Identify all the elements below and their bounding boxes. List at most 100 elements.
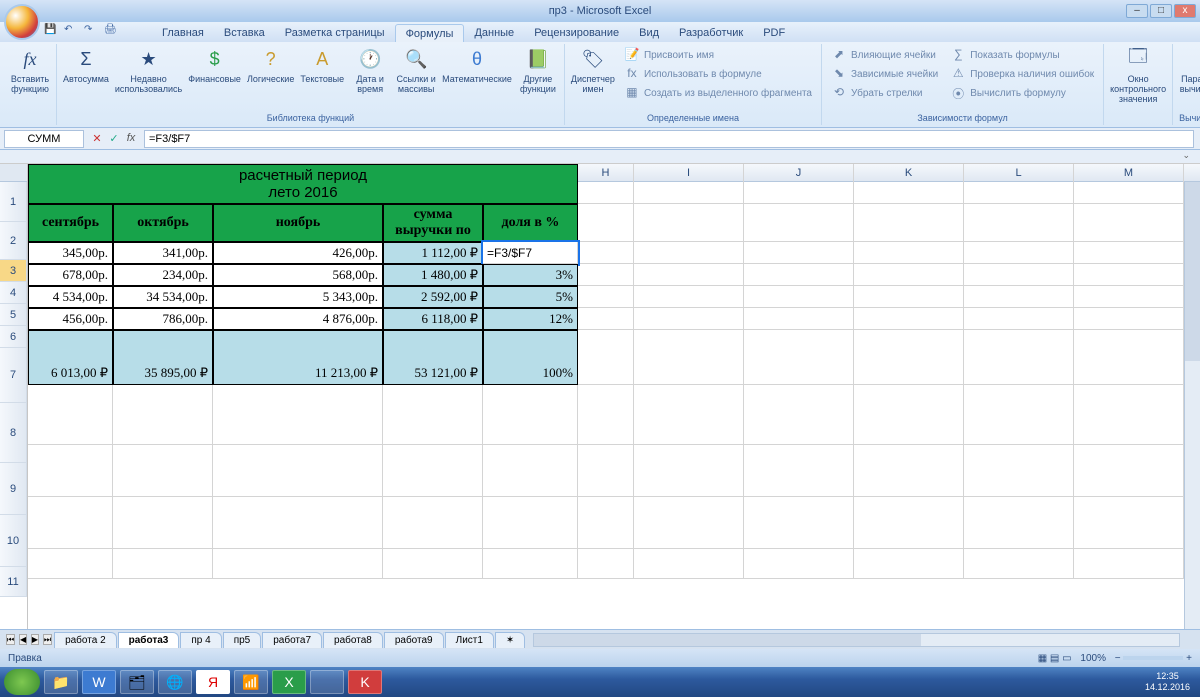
cell-L1[interactable] (964, 164, 1074, 204)
cell-M4[interactable] (1074, 264, 1184, 286)
cell-E8[interactable] (213, 385, 383, 445)
cell-H8[interactable] (578, 385, 634, 445)
ribbon-tab-вставка[interactable]: Вставка (214, 24, 275, 42)
cell-I4[interactable] (634, 264, 744, 286)
undo-icon[interactable]: ↶ (64, 24, 78, 38)
cell-E2[interactable]: ноябрь (213, 204, 383, 242)
sheet-tab-Лист1[interactable]: Лист1 (445, 632, 494, 648)
cell-J8[interactable] (744, 385, 854, 445)
cell-K1[interactable] (854, 164, 964, 204)
zoom-out-icon[interactable]: − (1115, 653, 1121, 664)
cell-H7[interactable] (578, 330, 634, 385)
cell-F10[interactable] (383, 497, 483, 549)
sheet-tab-работа 2[interactable]: работа 2 (54, 632, 117, 648)
new-sheet-button[interactable]: ✶ (495, 632, 525, 648)
cell-G7[interactable]: 100% (483, 330, 578, 385)
cell-J9[interactable] (744, 445, 854, 497)
formula-bar[interactable]: =F3/$F7 (144, 130, 1194, 148)
ribbon-tab-рецензирование[interactable]: Рецензирование (524, 24, 629, 42)
cell-K8[interactable] (854, 385, 964, 445)
more-button[interactable]: 📗Другие функции (518, 46, 558, 94)
zoom-level[interactable]: 100% (1080, 653, 1106, 664)
fx-bar-icon[interactable]: fx (124, 132, 138, 146)
remove-arrows-button[interactable]: ⟲Убрать стрелки (828, 84, 941, 102)
cell-C3[interactable]: 345,00р. (28, 242, 113, 264)
row-header-11[interactable]: 11 (0, 567, 27, 597)
cell-E6[interactable]: 4 876,00р. (213, 308, 383, 330)
cell-H10[interactable] (578, 497, 634, 549)
cell-I10[interactable] (634, 497, 744, 549)
sheet-tab-пр5[interactable]: пр5 (223, 632, 262, 648)
blank-icon[interactable] (310, 670, 344, 694)
cancel-edit-icon[interactable]: ✕ (90, 132, 104, 146)
row-header-6[interactable]: 6 (0, 326, 27, 348)
cell-K3[interactable] (854, 242, 964, 264)
financial-button[interactable]: $Финансовые (188, 46, 241, 84)
calc-options-button[interactable]: 🖩Параметры вычислений (1180, 46, 1200, 94)
ribbon-tab-вид[interactable]: Вид (629, 24, 669, 42)
cell-M2[interactable] (1074, 204, 1184, 242)
trace-precedents-button[interactable]: ⬈Влияющие ячейки (828, 46, 941, 64)
cell-M7[interactable] (1074, 330, 1184, 385)
ribbon-tab-данные[interactable]: Данные (464, 24, 524, 42)
cell-G4[interactable]: 3% (483, 264, 578, 286)
cell-J10[interactable] (744, 497, 854, 549)
cell-K6[interactable] (854, 308, 964, 330)
logical-button[interactable]: ?Логические (247, 46, 294, 84)
cell-H9[interactable] (578, 445, 634, 497)
cell-J7[interactable] (744, 330, 854, 385)
cell-K5[interactable] (854, 286, 964, 308)
cell-M3[interactable] (1074, 242, 1184, 264)
row-header-8[interactable]: 8 (0, 403, 27, 463)
next-tab-icon[interactable]: ▶ (31, 634, 39, 645)
cell-K9[interactable] (854, 445, 964, 497)
ribbon-tab-формулы[interactable]: Формулы (395, 24, 465, 42)
cell-M9[interactable] (1074, 445, 1184, 497)
cell-J2[interactable] (744, 204, 854, 242)
cell-F2[interactable]: сумма выручки по (383, 204, 483, 242)
folder-icon[interactable]: 🗂 (120, 670, 154, 694)
cell-F3[interactable]: 1 112,00 ₽ (383, 242, 483, 264)
cell-L4[interactable] (964, 264, 1074, 286)
cell-J1[interactable] (744, 164, 854, 204)
recent-button[interactable]: ★Недавно использовались (115, 46, 182, 94)
horizontal-scrollbar[interactable] (533, 633, 1180, 647)
cell-J5[interactable] (744, 286, 854, 308)
cell-D7[interactable]: 35 895,00 ₽ (113, 330, 213, 385)
cell-C11[interactable] (28, 549, 113, 579)
accept-edit-icon[interactable]: ✓ (107, 132, 121, 146)
cell-L6[interactable] (964, 308, 1074, 330)
view-layout-icon[interactable]: ▤ (1050, 653, 1059, 664)
save-icon[interactable]: 💾 (44, 24, 58, 38)
close-button[interactable]: x (1174, 4, 1196, 18)
cell-E3[interactable]: 426,00р. (213, 242, 383, 264)
cell-E9[interactable] (213, 445, 383, 497)
prev-tab-icon[interactable]: ◀ (19, 634, 27, 645)
office-button[interactable] (4, 4, 40, 40)
row-header-9[interactable]: 9 (0, 463, 27, 515)
autosum-button[interactable]: ΣАвтосумма (63, 46, 109, 84)
cell-D4[interactable]: 234,00р. (113, 264, 213, 286)
cell-G10[interactable] (483, 497, 578, 549)
last-tab-icon[interactable]: ⏭ (43, 634, 52, 645)
ribbon-tab-главная[interactable]: Главная (152, 24, 214, 42)
cell-I7[interactable] (634, 330, 744, 385)
cell-I3[interactable] (634, 242, 744, 264)
cell-C4[interactable]: 678,00р. (28, 264, 113, 286)
cell-C6[interactable]: 456,00р. (28, 308, 113, 330)
cell-C7[interactable]: 6 013,00 ₽ (28, 330, 113, 385)
first-tab-icon[interactable]: ⏮ (6, 634, 15, 645)
cell-L7[interactable] (964, 330, 1074, 385)
cell-K2[interactable] (854, 204, 964, 242)
cell-L8[interactable] (964, 385, 1074, 445)
cell-F6[interactable]: 6 118,00 ₽ (383, 308, 483, 330)
name-box[interactable]: СУММ (4, 130, 84, 148)
vertical-scrollbar[interactable] (1184, 182, 1200, 629)
insert-function-button[interactable]: fx Вставить функцию (10, 46, 50, 94)
row-header-3[interactable]: 3 (0, 260, 27, 282)
cell-D3[interactable]: 341,00р. (113, 242, 213, 264)
cell-L5[interactable] (964, 286, 1074, 308)
evaluate-button[interactable]: ⦿Вычислить формулу (947, 84, 1097, 102)
explorer-icon[interactable]: 📁 (44, 670, 78, 694)
cell-G6[interactable]: 12% (483, 308, 578, 330)
